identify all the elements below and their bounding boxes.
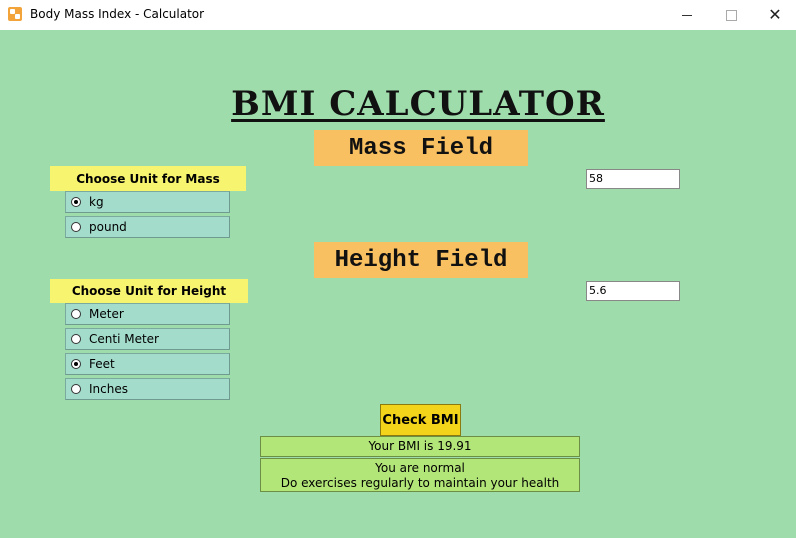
bmi-result: Your BMI is 19.91 bbox=[260, 436, 580, 457]
close-button[interactable]: ✕ bbox=[752, 0, 796, 30]
radio-button[interactable] bbox=[71, 334, 81, 344]
bmi-message-line-1: You are normal bbox=[375, 461, 465, 475]
mass-input[interactable]: 58 bbox=[586, 169, 680, 189]
height-input[interactable]: 5.6 bbox=[586, 281, 680, 301]
radio-label: kg bbox=[89, 195, 104, 209]
radio-label: Feet bbox=[89, 357, 115, 371]
minimize-button[interactable] bbox=[664, 0, 710, 30]
minimize-icon bbox=[682, 14, 692, 16]
radio-button[interactable] bbox=[71, 309, 81, 319]
radio-button-selected[interactable] bbox=[71, 197, 81, 207]
mass-unit-option-pound[interactable]: pound bbox=[65, 216, 230, 238]
radio-button[interactable] bbox=[71, 384, 81, 394]
title-bar: Body Mass Index - Calculator ✕ bbox=[0, 0, 796, 30]
height-unit-option-centimeter[interactable]: Centi Meter bbox=[65, 328, 230, 350]
radio-button-selected[interactable] bbox=[71, 359, 81, 369]
height-unit-header: Choose Unit for Height bbox=[50, 279, 248, 303]
radio-label: pound bbox=[89, 220, 127, 234]
radio-label: Centi Meter bbox=[89, 332, 159, 346]
bmi-message-line-2: Do exercises regularly to maintain your … bbox=[280, 476, 560, 490]
close-icon: ✕ bbox=[768, 5, 782, 24]
radio-label: Inches bbox=[89, 382, 128, 396]
mass-unit-header: Choose Unit for Mass bbox=[50, 166, 246, 191]
height-unit-option-meter[interactable]: Meter bbox=[65, 303, 230, 325]
height-field-label: Height Field bbox=[314, 242, 528, 278]
height-unit-option-feet[interactable]: Feet bbox=[65, 353, 230, 375]
radio-button[interactable] bbox=[71, 222, 81, 232]
window-title: Body Mass Index - Calculator bbox=[30, 7, 205, 21]
maximize-icon bbox=[725, 9, 737, 21]
mass-field-label: Mass Field bbox=[314, 130, 528, 166]
app-icon bbox=[8, 7, 22, 21]
radio-label: Meter bbox=[89, 307, 124, 321]
bmi-message: You are normal Do exercises regularly to… bbox=[260, 458, 580, 492]
page-title: BMI CALCULATOR bbox=[231, 84, 605, 124]
check-bmi-button[interactable]: Check BMI bbox=[380, 404, 461, 436]
height-unit-option-inches[interactable]: Inches bbox=[65, 378, 230, 400]
mass-unit-option-kg[interactable]: kg bbox=[65, 191, 230, 213]
maximize-button[interactable] bbox=[708, 0, 754, 30]
